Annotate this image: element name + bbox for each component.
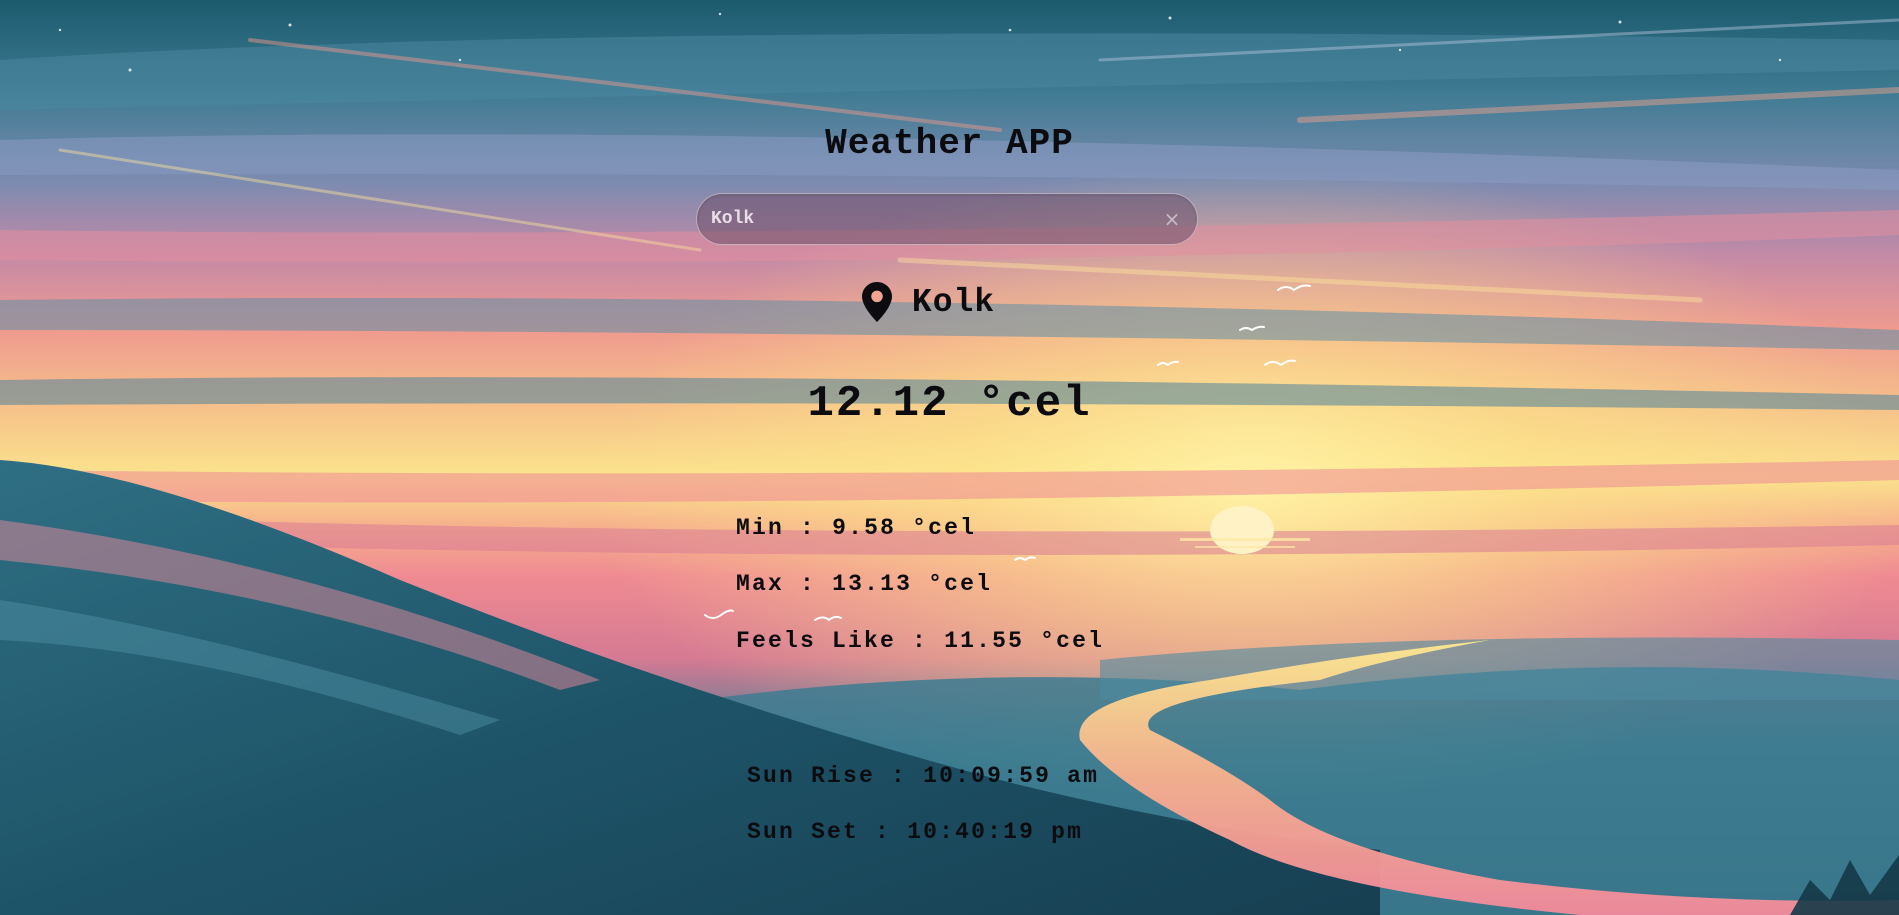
current-temperature: 12.12 °cel bbox=[0, 378, 1899, 430]
sunrise-time: Sun Rise : 10:09:59 am bbox=[747, 761, 1099, 791]
sunset-time: Sun Set : 10:40:19 pm bbox=[747, 817, 1083, 847]
app-title: Weather APP bbox=[825, 123, 1074, 164]
min-unit: °cel bbox=[912, 515, 977, 541]
location-row: Kolk bbox=[0, 280, 1899, 324]
min-value: 9.58 bbox=[832, 515, 897, 541]
temperature-unit: °cel bbox=[977, 379, 1092, 429]
min-label: Min bbox=[736, 515, 785, 541]
min-temperature: Min : 9.58 °cel bbox=[736, 513, 976, 543]
weather-app: Weather APP × Kolk 12.12 °cel Min : 9.58… bbox=[0, 0, 1899, 915]
sunrise-separator: : bbox=[891, 763, 908, 789]
max-value: 13.13 bbox=[832, 571, 913, 597]
sunset-separator: : bbox=[875, 819, 892, 845]
max-temperature: Max : 13.13 °cel bbox=[736, 569, 992, 599]
max-unit: °cel bbox=[928, 571, 993, 597]
temperature-value: 12.12 bbox=[807, 379, 950, 429]
min-separator: : bbox=[800, 515, 817, 541]
max-separator: : bbox=[800, 571, 817, 597]
feels-unit: °cel bbox=[1040, 628, 1105, 654]
sunset-value: 10:40:19 pm bbox=[907, 819, 1084, 845]
feels-value: 11.55 bbox=[944, 628, 1025, 654]
feels-label: Feels Like bbox=[736, 628, 897, 654]
sunrise-label: Sun Rise bbox=[747, 763, 876, 789]
max-label: Max bbox=[736, 571, 785, 597]
sunset-label: Sun Set bbox=[747, 819, 860, 845]
search-box[interactable]: × bbox=[696, 193, 1198, 245]
feels-separator: : bbox=[912, 628, 929, 654]
feels-like-temperature: Feels Like : 11.55 °cel bbox=[736, 626, 1104, 656]
search-input[interactable] bbox=[711, 194, 1151, 244]
city-name: Kolk bbox=[911, 283, 996, 321]
clear-icon[interactable]: × bbox=[1161, 207, 1183, 231]
map-pin-icon bbox=[861, 282, 892, 322]
sunrise-value: 10:09:59 am bbox=[923, 763, 1100, 789]
